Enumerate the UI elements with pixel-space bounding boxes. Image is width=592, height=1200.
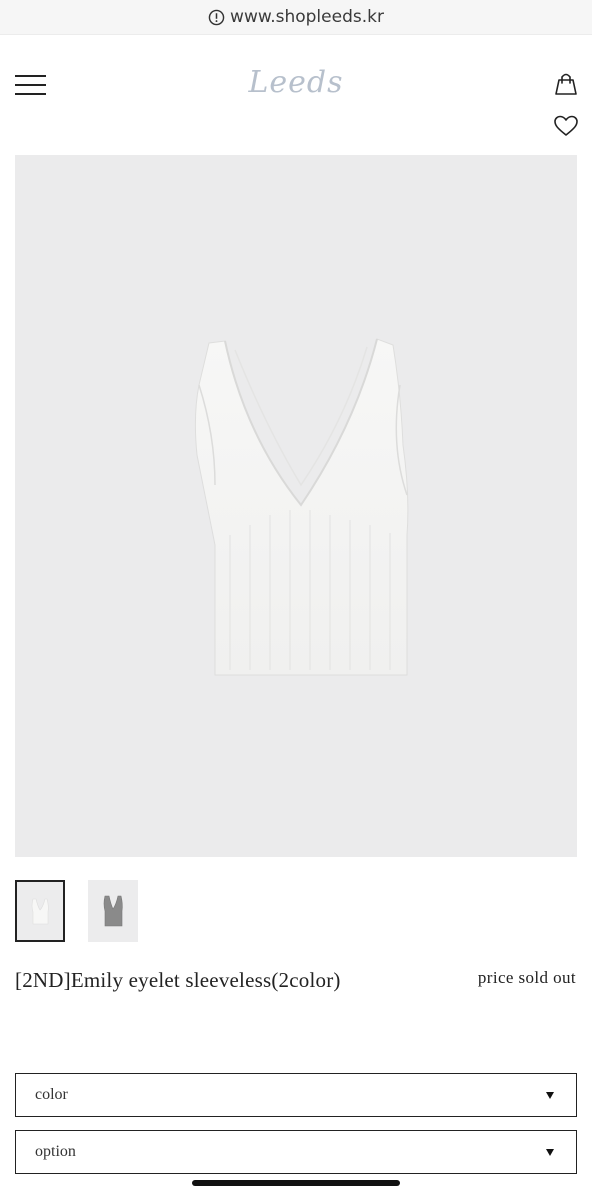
thumbnail-gray-image [88,880,138,942]
thumbnail-gray[interactable] [88,880,138,942]
option-select[interactable]: option [15,1130,577,1174]
url-text: www.shopleeds.kr [230,7,384,27]
dropdown-arrow-icon [546,1092,554,1099]
option-select-label: option [35,1143,76,1160]
shopping-bag-icon[interactable] [553,71,579,97]
thumbnail-white-image [17,882,63,940]
color-select[interactable]: color [15,1073,577,1117]
product-price: price sold out [477,968,576,987]
dropdown-arrow-icon [546,1149,554,1156]
site-header: Leeds [0,35,592,150]
thumbnail-white[interactable] [15,880,65,942]
heart-icon[interactable] [553,114,579,138]
home-indicator[interactable] [192,1180,400,1186]
product-name: [2ND]Emily eyelet sleeveless(2color) [15,968,341,992]
browser-url-bar[interactable]: www.shopleeds.kr [0,0,592,35]
info-circle-icon [208,9,225,25]
site-logo[interactable]: Leeds [0,65,592,100]
product-photo [194,338,409,676]
color-select-label: color [35,1086,68,1103]
product-main-image[interactable] [15,155,577,857]
